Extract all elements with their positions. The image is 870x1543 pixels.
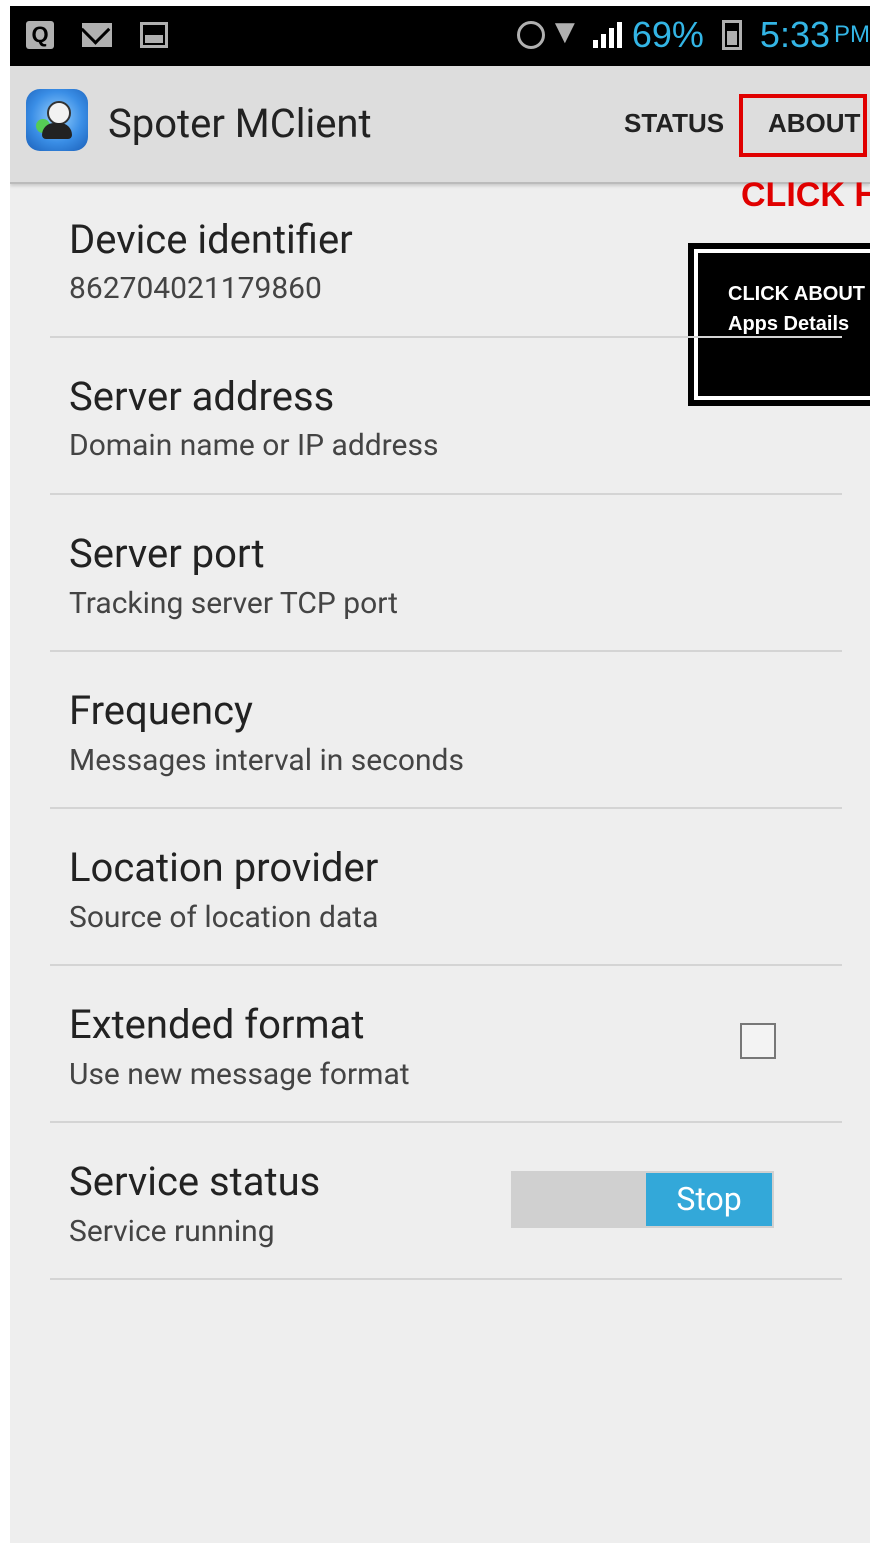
pref-summary: Tracking server TCP port — [69, 586, 398, 621]
service-toggle[interactable]: Stop — [646, 1173, 772, 1226]
battery-icon — [721, 20, 742, 50]
pref-summary: Service running — [69, 1214, 275, 1249]
pref-title: Device identifier — [69, 216, 353, 263]
status-bar: Q 69% 5:33 PM — [10, 6, 870, 66]
app-logo-icon[interactable] — [26, 89, 88, 151]
callout-line-1: CLICK ABOUT — [728, 283, 866, 305]
pref-summary: Messages interval in seconds — [69, 743, 464, 778]
pref-title: Location provider — [69, 844, 379, 891]
clock: 5:33 — [759, 14, 830, 55]
battery-percent: 69% — [631, 14, 704, 55]
q-notification-icon: Q — [26, 21, 54, 49]
divider — [50, 964, 842, 966]
divider — [50, 336, 842, 338]
alarm-icon — [516, 21, 545, 49]
callout-line-2: Apps Details — [728, 313, 850, 335]
pref-title: Frequency — [69, 687, 253, 734]
pref-title: Extended format — [69, 1001, 365, 1048]
divider — [50, 650, 842, 652]
pref-summary: Source of location data — [69, 900, 379, 935]
divider — [50, 1121, 842, 1123]
extended-format-checkbox[interactable] — [740, 1023, 776, 1059]
app-title: Spoter MClient — [108, 100, 372, 147]
divider — [50, 807, 842, 809]
signal-icon — [592, 22, 622, 48]
pref-title: Server port — [69, 530, 265, 577]
wifi-icon — [555, 17, 583, 49]
clock-ampm: PM — [834, 21, 870, 48]
status-tab[interactable]: STATUS — [624, 108, 724, 139]
action-bar: Spoter MClient STATUS ABOUT — [10, 66, 870, 184]
pref-title: Service status — [69, 1158, 321, 1205]
callout-box: CLICK ABOUT Apps Details — [688, 243, 870, 406]
divider — [50, 1278, 842, 1280]
pref-summary: Domain name or IP address — [69, 428, 439, 463]
mail-notification-icon — [82, 23, 112, 47]
pref-title: Server address — [69, 373, 335, 420]
click-here-annotation: CLICK HERE — [741, 176, 870, 214]
image-notification-icon — [140, 22, 168, 48]
pref-summary: Use new message format — [69, 1057, 410, 1092]
divider — [50, 493, 842, 495]
pref-summary: 862704021179860 — [69, 271, 322, 306]
about-tab[interactable]: ABOUT — [768, 108, 860, 139]
screen: Q 69% 5:33 PM Spoter MClient STATUS ABOU… — [10, 6, 870, 1543]
